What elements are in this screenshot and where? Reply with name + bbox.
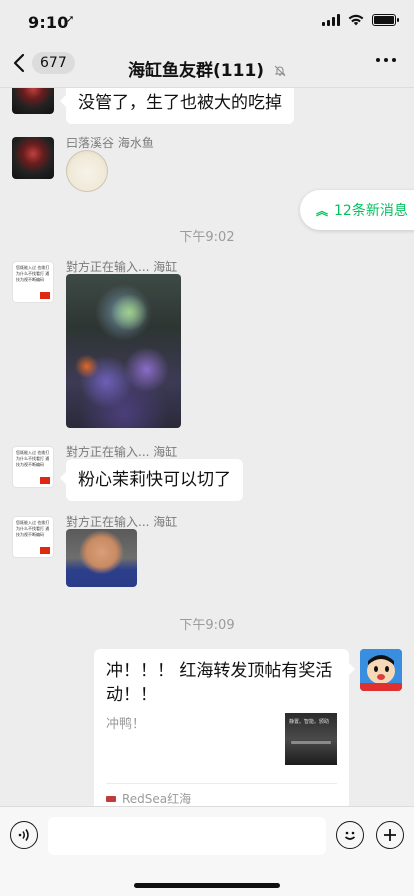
card-source: RedSea红海 (122, 792, 192, 806)
status-time: 9:10 (28, 13, 69, 32)
chat-title-text: 海缸鱼友群(111) (128, 61, 265, 81)
avatar-text: 您既能入过 也拨打 为什么不找看打 通技为视不断编码 (16, 450, 50, 467)
double-chevron-up-icon: ︽ (316, 203, 329, 218)
avatar-text: 您既能入过 也拨打 为什么不找看打 通技为视不断编码 (16, 520, 50, 537)
chat-nav-bar: 677 海缸鱼友群(111) (0, 44, 414, 88)
message-bubble[interactable]: 没管了，生了也被大的吃掉 (60, 88, 294, 124)
card-title: 冲！！！ 红海转发顶帖有奖活动！！ (106, 661, 333, 705)
avatar[interactable]: 您既能入过 也拨打 为什么不找看打 通技为视不断编码 (12, 516, 54, 558)
sender-name: 對方正在输入... 海缸 (66, 515, 178, 529)
cellular-signal-icon (322, 14, 340, 26)
link-card-message[interactable]: 冲！！！ 红海转发顶帖有奖活动！！ 冲鸭！ 静置。智能。颁助 RedSea红海 (94, 649, 355, 806)
voice-input-button[interactable] (10, 821, 38, 849)
redsea-logo-icon (106, 795, 116, 802)
message-bubble[interactable]: 粉心茉莉快可以切了 (60, 459, 243, 501)
home-indicator[interactable] (134, 883, 280, 888)
avatar[interactable] (12, 137, 54, 179)
wifi-icon (348, 14, 364, 26)
more-functions-button[interactable] (376, 821, 404, 849)
emoji-button[interactable] (336, 821, 364, 849)
voice-icon (18, 829, 29, 841)
image-message[interactable] (66, 274, 181, 428)
avatar[interactable]: 您既能入过 也拨打 为什么不找看打 通技为视不断编码 (12, 446, 54, 488)
avatar-text: 您既能入过 也拨打 为什么不找看打 通技为视不断编码 (16, 265, 50, 282)
flag-icon (40, 292, 50, 299)
message-input[interactable] (48, 817, 326, 855)
location-icon: ➚ (66, 14, 75, 25)
thumb-text: 静置。智能。颁助 (289, 719, 330, 725)
my-avatar[interactable] (360, 649, 402, 691)
new-messages-button[interactable]: ︽ 12条新消息 (300, 190, 414, 230)
sender-name: 曰落溪谷 海水鱼 (66, 136, 154, 150)
status-bar: 9:10 ➚ (0, 0, 414, 44)
sender-name: 對方正在输入... 海缸 (66, 445, 178, 459)
sender-name: 對方正在输入... 海缸 (66, 260, 178, 274)
mute-bell-icon (274, 65, 286, 77)
timestamp: 下午9:09 (179, 618, 235, 633)
input-bar (0, 806, 414, 896)
battery-icon (372, 14, 399, 26)
sticker-image[interactable] (66, 150, 108, 192)
card-footer: RedSea红海 (106, 783, 337, 806)
avatar[interactable]: 您既能入过 也拨打 为什么不找看打 通技为视不断编码 (12, 261, 54, 303)
flag-icon (40, 477, 50, 484)
plus-icon (384, 829, 396, 841)
card-thumbnail: 静置。智能。颁助 (285, 713, 337, 765)
chat-title: 海缸鱼友群(111) (0, 56, 414, 81)
more-options-button[interactable] (376, 58, 396, 62)
smiley-icon (344, 831, 356, 840)
image-message[interactable] (66, 529, 137, 587)
cartoon-face-icon (360, 649, 402, 691)
new-messages-label: 12条新消息 (334, 203, 408, 219)
card-body: 冲鸭！ 静置。智能。颁助 (106, 713, 337, 777)
chat-messages[interactable]: 没管了，生了也被大的吃掉 曰落溪谷 海水鱼 下午9:02 您既能入过 也拨打 为… (0, 88, 414, 806)
status-icons (322, 14, 399, 26)
avatar[interactable] (12, 88, 54, 114)
flag-icon (40, 547, 50, 554)
